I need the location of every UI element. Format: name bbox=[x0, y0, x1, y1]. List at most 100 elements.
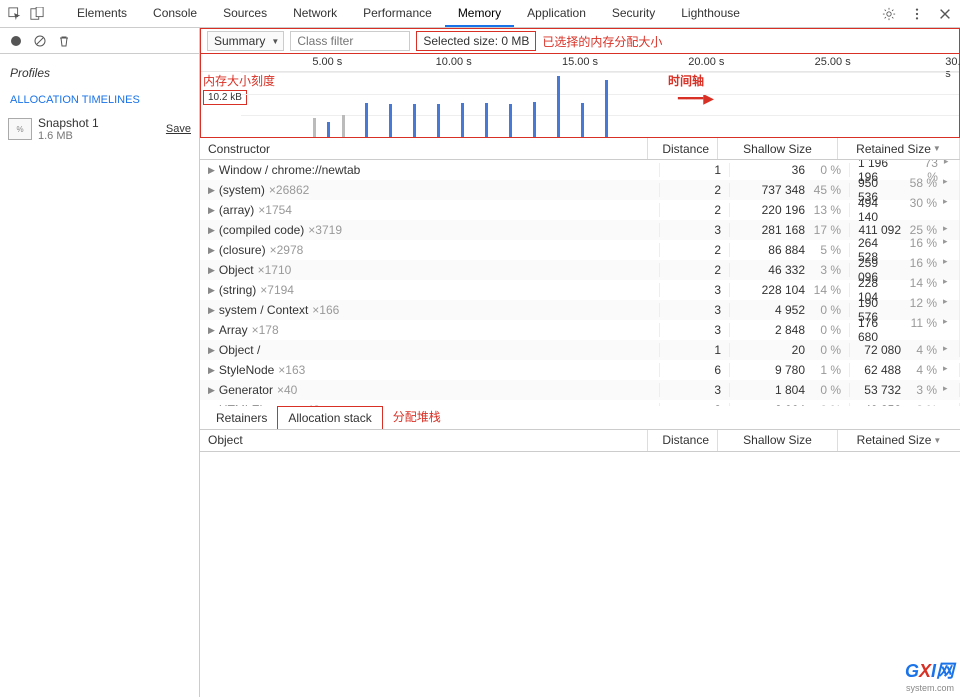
instance-count: ×3719 bbox=[308, 223, 342, 237]
expand-icon: ▶ bbox=[208, 185, 215, 196]
tab-performance[interactable]: Performance bbox=[350, 1, 445, 27]
alloc-bar bbox=[605, 80, 608, 137]
constructor-name: HTMLElement bbox=[219, 403, 296, 406]
constructor-name: Array bbox=[219, 323, 248, 337]
retained-pct: 25 % bbox=[907, 223, 937, 237]
distance-cell: 6 bbox=[660, 363, 730, 377]
trash-icon[interactable] bbox=[58, 35, 70, 47]
alloc-bar bbox=[389, 104, 392, 137]
col-distance[interactable]: Distance bbox=[648, 138, 718, 159]
tab-allocation-stack[interactable]: Allocation stack bbox=[277, 406, 382, 429]
device-toggle[interactable] bbox=[8, 7, 44, 21]
col-retained-2[interactable]: Retained Size bbox=[838, 430, 960, 451]
instance-count: ×1754 bbox=[258, 203, 292, 217]
retained-pct: 30 % bbox=[907, 196, 937, 224]
annotation-selected-size: 已选择的内存分配大小 bbox=[542, 33, 662, 50]
shallow-pct: 0 % bbox=[811, 303, 841, 317]
shallow-pct: 14 % bbox=[811, 283, 841, 297]
class-filter-input[interactable] bbox=[290, 31, 410, 51]
col-retained[interactable]: Retained Size bbox=[838, 138, 960, 159]
expand-icon: ▶ bbox=[208, 265, 215, 276]
expand-icon: ▶ bbox=[208, 305, 215, 316]
tick-label: 15.00 s bbox=[562, 56, 598, 68]
tab-sources[interactable]: Sources bbox=[210, 1, 280, 27]
retained-value: 49 352 bbox=[864, 403, 901, 406]
shallow-value: 1 804 bbox=[775, 383, 805, 397]
distance-cell: 2 bbox=[660, 243, 730, 257]
retained-pct: 11 % bbox=[907, 316, 937, 344]
col-shallow[interactable]: Shallow Size bbox=[718, 138, 838, 159]
constructor-name: system / Context bbox=[219, 303, 308, 317]
inspect-icon bbox=[8, 7, 22, 21]
table-row[interactable]: ▶Window / chrome://newtab 1360 %1 196 19… bbox=[200, 160, 960, 180]
constructors-table-body[interactable]: ▶Window / chrome://newtab 1360 %1 196 19… bbox=[200, 160, 960, 406]
chevron-icon: ▸ bbox=[943, 223, 951, 237]
table-row[interactable]: ▶(closure) ×2978286 8845 %264 52816 %▸ bbox=[200, 240, 960, 260]
table-row[interactable]: ▶Array ×17832 8480 %176 68011 %▸ bbox=[200, 320, 960, 340]
tab-security[interactable]: Security bbox=[599, 1, 668, 27]
shallow-value: 281 168 bbox=[762, 223, 805, 237]
distance-cell: 3 bbox=[660, 383, 730, 397]
chevron-icon: ▸ bbox=[943, 316, 951, 344]
constructor-name: (compiled code) bbox=[219, 223, 304, 237]
close-icon[interactable] bbox=[938, 7, 952, 21]
expand-icon: ▶ bbox=[208, 165, 215, 176]
constructor-name: (closure) bbox=[219, 243, 266, 257]
tick-label: 10.00 s bbox=[436, 56, 472, 68]
alloc-bar bbox=[509, 104, 512, 137]
profiles-sidebar: Profiles ALLOCATION TIMELINES % Snapshot… bbox=[0, 28, 200, 697]
alloc-bar bbox=[313, 118, 316, 137]
table-row[interactable]: ▶(array) ×17542220 19613 %494 14030 %▸ bbox=[200, 200, 960, 220]
retained-value: 72 080 bbox=[864, 343, 901, 357]
table-row[interactable]: ▶(system) ×268622737 34845 %950 53658 %▸ bbox=[200, 180, 960, 200]
save-link[interactable]: Save bbox=[166, 123, 191, 135]
alloc-bar bbox=[485, 103, 488, 137]
alloc-bar bbox=[342, 115, 345, 137]
snapshot-icon: % bbox=[8, 118, 32, 140]
col-constructor[interactable]: Constructor bbox=[200, 138, 648, 159]
tab-lighthouse[interactable]: Lighthouse bbox=[668, 1, 753, 27]
table-row[interactable]: ▶HTMLElement ×4832 0640 %49 3523 %▸ bbox=[200, 400, 960, 406]
table-row[interactable]: ▶StyleNode ×16369 7801 %62 4884 %▸ bbox=[200, 360, 960, 380]
distance-cell: 3 bbox=[660, 303, 730, 317]
table-row[interactable]: ▶(string) ×71943228 10414 %228 10414 %▸ bbox=[200, 280, 960, 300]
expand-icon: ▶ bbox=[208, 345, 215, 356]
shallow-pct: 45 % bbox=[811, 183, 841, 197]
devtools-toolbar: ElementsConsoleSourcesNetworkPerformance… bbox=[0, 0, 960, 28]
constructors-table-header: Constructor Distance Shallow Size Retain… bbox=[200, 138, 960, 160]
table-row[interactable]: ▶Generator ×4031 8040 %53 7323 %▸ bbox=[200, 380, 960, 400]
table-row[interactable]: ▶Object / 1200 %72 0804 %▸ bbox=[200, 340, 960, 360]
expand-icon: ▶ bbox=[208, 325, 215, 336]
shallow-pct: 1 % bbox=[811, 363, 841, 377]
snapshot-item[interactable]: % Snapshot 1 1.6 MB Save bbox=[0, 112, 199, 146]
col-shallow-2[interactable]: Shallow Size bbox=[718, 430, 838, 451]
tab-network[interactable]: Network bbox=[280, 1, 350, 27]
shallow-value: 220 196 bbox=[762, 203, 805, 217]
tab-retainers[interactable]: Retainers bbox=[206, 407, 277, 429]
instance-count: ×48 bbox=[300, 403, 320, 406]
shallow-value: 737 348 bbox=[762, 183, 805, 197]
table-row[interactable]: ▶Object ×1710246 3323 %259 09616 %▸ bbox=[200, 260, 960, 280]
table-row[interactable]: ▶(compiled code) ×37193281 16817 %411 09… bbox=[200, 220, 960, 240]
allocation-timeline[interactable]: 5.00 s10.00 s15.00 s20.00 s25.00 s30.00 … bbox=[200, 54, 960, 138]
view-select[interactable]: Summary bbox=[207, 31, 284, 51]
chevron-icon: ▸ bbox=[943, 343, 951, 357]
tab-elements[interactable]: Elements bbox=[64, 1, 140, 27]
shallow-value: 20 bbox=[792, 343, 805, 357]
col-distance-2[interactable]: Distance bbox=[648, 430, 718, 451]
filter-bar: Summary Selected size: 0 MB 已选择的内存分配大小 bbox=[200, 28, 960, 54]
kebab-icon[interactable] bbox=[910, 7, 924, 21]
tick-label: 25.00 s bbox=[815, 56, 851, 68]
tab-console[interactable]: Console bbox=[140, 1, 210, 27]
col-object[interactable]: Object bbox=[200, 430, 648, 451]
table-row[interactable]: ▶system / Context ×16634 9520 %190 57612… bbox=[200, 300, 960, 320]
record-icon[interactable] bbox=[10, 35, 22, 47]
tab-application[interactable]: Application bbox=[514, 1, 599, 27]
shallow-value: 228 104 bbox=[762, 283, 805, 297]
alloc-bar bbox=[533, 102, 536, 137]
gear-icon[interactable] bbox=[882, 7, 896, 21]
clear-icon[interactable] bbox=[34, 35, 46, 47]
expand-icon: ▶ bbox=[208, 365, 215, 376]
section-allocation-timelines: ALLOCATION TIMELINES bbox=[0, 88, 199, 112]
tab-memory[interactable]: Memory bbox=[445, 1, 514, 27]
